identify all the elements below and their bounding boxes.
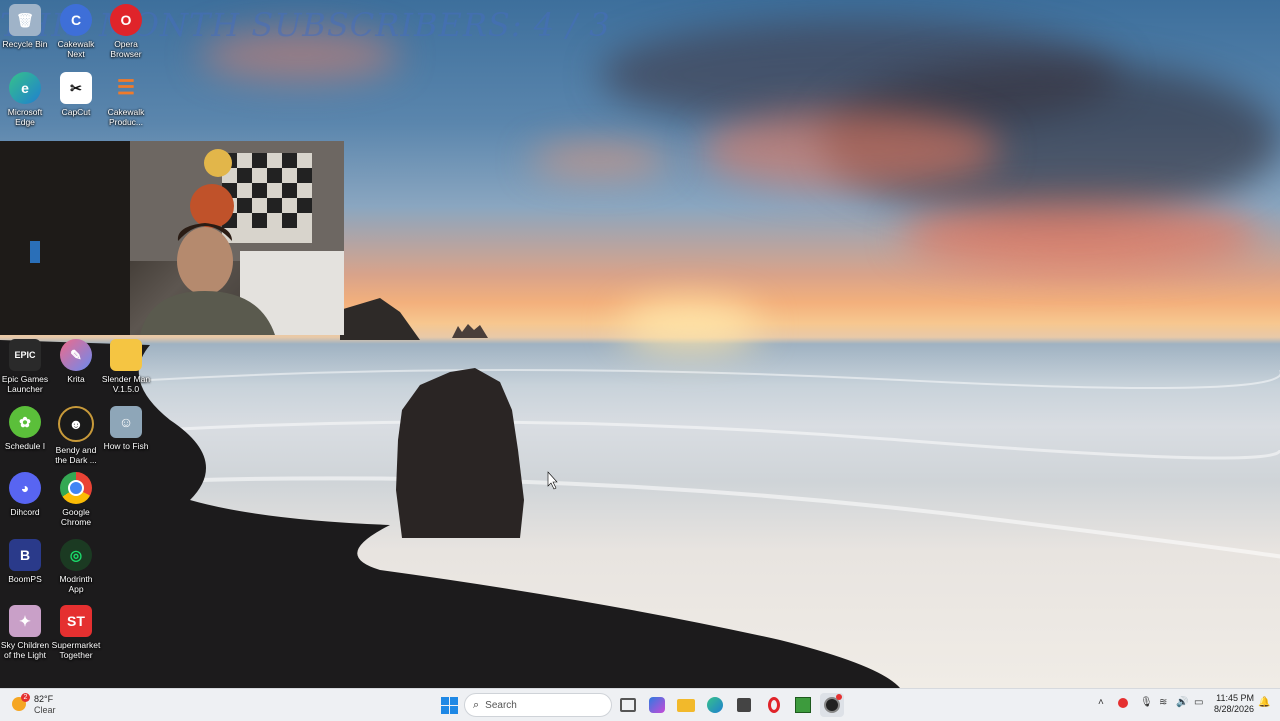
- store-icon: [737, 698, 751, 712]
- file-explorer-button[interactable]: [674, 693, 698, 717]
- store-button[interactable]: [732, 693, 756, 717]
- desktop-icon-supermarket-together[interactable]: ST Supermarket Together: [51, 605, 101, 660]
- desktop-icon-modrinth[interactable]: ◎ Modrinth App: [51, 539, 101, 594]
- tray-app-icon[interactable]: [1118, 698, 1128, 708]
- start-button[interactable]: [437, 693, 461, 717]
- desktop-icon-discord[interactable]: ◕ Dihcord: [0, 472, 50, 517]
- chrome-icon: [60, 472, 92, 504]
- opera-icon: O: [110, 4, 142, 36]
- cakewalk-next-icon: C: [60, 4, 92, 36]
- weather-condition: Clear: [34, 705, 56, 715]
- supermarket-together-icon: ST: [60, 605, 92, 637]
- how-to-fish-icon: ☺: [110, 406, 142, 438]
- edge-icon: e: [9, 72, 41, 104]
- desktop-icon-epic-games[interactable]: EPIC Epic Games Launcher: [0, 339, 50, 394]
- modrinth-icon: ◎: [60, 539, 92, 571]
- notification-bell-icon[interactable]: 🔔: [1258, 697, 1270, 708]
- desktop-icon-edge[interactable]: e Microsoft Edge: [0, 72, 50, 127]
- task-view-icon: [620, 698, 636, 712]
- search-icon: ⌕: [473, 698, 480, 711]
- volume-icon[interactable]: 🔊: [1176, 697, 1188, 708]
- boomps-icon: B: [9, 539, 41, 571]
- clock[interactable]: 11:45 PM 8/28/2026: [1208, 693, 1254, 715]
- taskbar: 2 82°F Clear ⌕ Search ˄ 🎙 ≋ 🔊 ▭ 11:45 PM…: [0, 688, 1280, 721]
- epic-games-icon: EPIC: [9, 339, 41, 371]
- desktop-icon-opera[interactable]: O Opera Browser: [101, 4, 151, 59]
- copilot-icon: [649, 697, 665, 713]
- opera-taskbar-icon: [768, 697, 780, 713]
- desktop-icon-bendy[interactable]: ☻ Bendy and the Dark ...: [51, 406, 101, 465]
- capcut-icon: ✂: [60, 72, 92, 104]
- desktop-icon-sky[interactable]: ✦ Sky Children of the Light: [0, 605, 50, 660]
- taskbar-search-input[interactable]: ⌕ Search: [464, 693, 612, 717]
- edge-taskbar-button[interactable]: [703, 693, 727, 717]
- recording-indicator-icon: [836, 694, 842, 700]
- windows-logo-icon: [440, 696, 458, 714]
- task-view-button[interactable]: [616, 693, 640, 717]
- desktop-icon-chrome[interactable]: Google Chrome: [51, 472, 101, 527]
- opera-taskbar-button[interactable]: [762, 693, 786, 717]
- bendy-icon: ☻: [58, 406, 94, 442]
- discord-icon: ◕: [9, 472, 41, 504]
- search-placeholder: Search: [485, 699, 517, 711]
- schedule-one-icon: ✿: [9, 406, 41, 438]
- battery-icon[interactable]: ▭: [1194, 697, 1203, 708]
- wifi-icon[interactable]: ≋: [1159, 697, 1167, 708]
- recycle-bin-icon: 🗑: [9, 4, 41, 36]
- folder-icon: [110, 339, 142, 371]
- krita-icon: ✎: [60, 339, 92, 371]
- webcam-overlay: [0, 141, 344, 335]
- cakewalk-producer-icon: ☰: [117, 77, 135, 99]
- edge-taskbar-icon: [707, 697, 723, 713]
- sky-icon: ✦: [9, 605, 41, 637]
- desktop-icon-schedule-one[interactable]: ✿ Schedule I: [0, 406, 50, 451]
- weather-temp: 82°F: [34, 694, 54, 704]
- desktop-background[interactable]: THIS MONTH SUBSCRIBERS: 4 / 3 🗑 Recycle …: [0, 0, 1280, 688]
- obs-button[interactable]: [820, 693, 844, 717]
- desktop-icon-how-to-fish[interactable]: ☺ How to Fish: [101, 406, 151, 451]
- weather-widget[interactable]: 2 82°F Clear: [10, 692, 70, 718]
- minecraft-icon: [795, 697, 811, 713]
- clock-date: 8/28/2026: [1213, 704, 1254, 714]
- desktop-icon-cakewalk-next[interactable]: C Cakewalk Next: [51, 4, 101, 59]
- chevron-up-icon[interactable]: ˄: [1098, 697, 1104, 708]
- clock-time: 11:45 PM: [1216, 693, 1254, 703]
- desktop-icon-recycle-bin[interactable]: 🗑 Recycle Bin: [0, 4, 50, 49]
- desktop-icon-slender-man-folder[interactable]: Slender Man V.1.5.0: [101, 339, 151, 394]
- desktop-icon-capcut[interactable]: ✂ CapCut: [51, 72, 101, 117]
- copilot-button[interactable]: [645, 693, 669, 717]
- desktop-icon-cakewalk-producer[interactable]: ☰ Cakewalk Produc...: [101, 72, 151, 127]
- desktop-icon-krita[interactable]: ✎ Krita: [51, 339, 101, 384]
- folder-taskbar-icon: [677, 698, 695, 712]
- microphone-icon[interactable]: 🎙: [1140, 697, 1153, 708]
- desktop-icon-boomps[interactable]: B BoomPS: [0, 539, 50, 584]
- weather-badge: 2: [21, 693, 30, 702]
- minecraft-button[interactable]: [791, 693, 815, 717]
